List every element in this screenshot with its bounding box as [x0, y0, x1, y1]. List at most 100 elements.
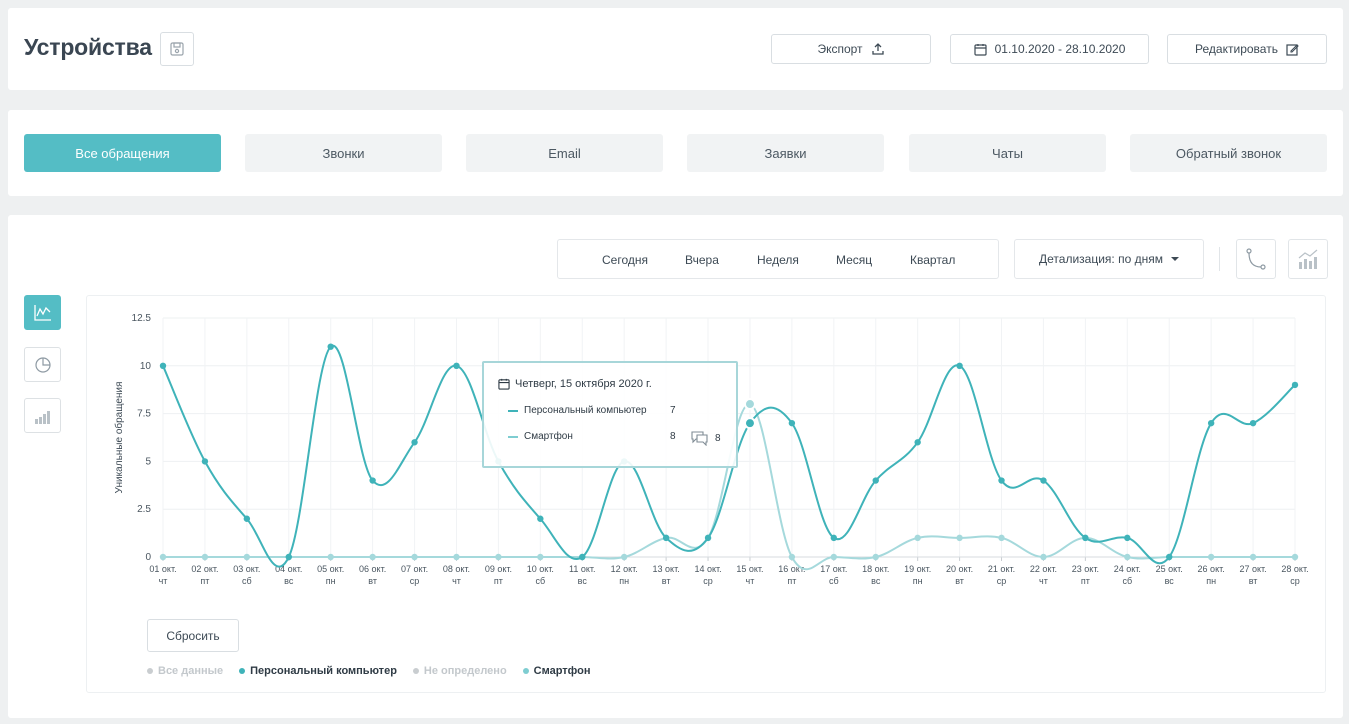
x-tick-weekday: пт: [494, 576, 503, 586]
data-point-pc: [662, 534, 670, 542]
legend-dot: [147, 668, 153, 674]
data-point-pc: [243, 515, 251, 522]
data-point-smartphone: [830, 553, 838, 561]
chart-card: Сегодня Вчера Неделя Месяц Квартал Детал…: [8, 215, 1343, 718]
data-point-smartphone: [243, 553, 251, 561]
x-tick-label: 08 окт.: [443, 564, 470, 574]
x-tick-label: 14 окт.: [694, 564, 721, 574]
tab-calls[interactable]: Звонки: [245, 134, 442, 172]
data-point-smartphone: [159, 553, 167, 561]
x-tick-weekday: пт: [1081, 576, 1090, 586]
x-tick-weekday: ср: [1290, 576, 1300, 586]
x-tick-label: 05 окт.: [317, 564, 344, 574]
tooltip-row-value: 7: [670, 405, 676, 416]
data-point-pc: [411, 439, 418, 446]
legend-dot: [522, 668, 529, 674]
data-point-pc: [1082, 534, 1089, 542]
x-tick-weekday: вт: [662, 576, 671, 586]
date-range-button[interactable]: 01.10.2020 - 28.10.2020: [950, 34, 1149, 64]
x-tick-weekday: пн: [913, 576, 923, 586]
x-tick-label: 03 окт.: [233, 564, 260, 574]
tooltip-row-smartphone: Смартфон: [508, 431, 573, 442]
x-tick-label: 26 окт.: [1198, 564, 1225, 574]
x-tick-label: 10 окт.: [527, 564, 554, 574]
data-point-pc: [998, 477, 1005, 484]
edit-icon: [1286, 43, 1299, 56]
x-tick-weekday: сб: [1122, 576, 1132, 586]
comments-icon[interactable]: [690, 430, 710, 446]
legend-item-smartphone[interactable]: Смартфон: [522, 665, 591, 677]
comments-count: 8: [715, 433, 721, 444]
tooltip-row-label: Смартфон: [524, 431, 573, 442]
export-button[interactable]: Экспорт: [771, 34, 931, 64]
y-tick-label: 12.5: [132, 313, 152, 324]
legend-item-pc[interactable]: Персональный компьютер: [239, 665, 397, 677]
legend-item-all[interactable]: Все данные: [147, 665, 223, 677]
x-tick-weekday: вс: [1165, 576, 1175, 586]
tab-requests[interactable]: Заявки: [687, 134, 884, 172]
data-point-pc: [201, 458, 209, 465]
tab-chats[interactable]: Чаты: [909, 134, 1106, 172]
data-point-smartphone: [743, 398, 756, 411]
data-point-smartphone: [369, 553, 376, 561]
edit-button[interactable]: Редактировать: [1167, 34, 1327, 64]
tooltip-row-label: Персональный компьютер: [524, 405, 647, 416]
data-point-smartphone: [1207, 553, 1215, 561]
x-tick-label: 22 окт.: [1030, 564, 1057, 574]
x-tick-weekday: пт: [200, 576, 209, 586]
data-point-smartphone: [956, 534, 963, 542]
x-tick-label: 24 окт.: [1114, 564, 1141, 574]
page-title: Устройства: [24, 34, 152, 60]
data-point-pc: [1040, 477, 1047, 484]
x-tick-weekday: ср: [410, 576, 420, 586]
data-point-smartphone: [411, 553, 418, 561]
x-tick-weekday: сб: [242, 576, 252, 586]
data-point-smartphone: [1291, 553, 1299, 561]
data-point-pc: [159, 362, 167, 369]
calendar-icon: [498, 378, 510, 390]
save-report-button[interactable]: [160, 32, 194, 66]
edit-label: Редактировать: [1195, 42, 1278, 56]
data-point-pc: [537, 515, 544, 522]
chart-tooltip: Четверг, 15 октября 2020 г. Персональный…: [482, 361, 738, 468]
data-point-smartphone: [327, 553, 334, 561]
x-tick-weekday: вс: [578, 576, 588, 586]
data-point-smartphone: [201, 553, 209, 561]
x-tick-label: 04 окт.: [275, 564, 302, 574]
legend-label: Не определено: [423, 665, 507, 677]
tab-email[interactable]: Email: [466, 134, 663, 172]
data-point-smartphone: [495, 553, 502, 561]
y-tick-label: 7.5: [137, 409, 151, 420]
x-tick-label: 19 окт.: [904, 564, 931, 574]
x-tick-weekday: вс: [871, 576, 881, 586]
x-tick-weekday: чт: [1039, 576, 1048, 586]
data-point-smartphone: [788, 553, 796, 561]
reset-button[interactable]: Сбросить: [147, 619, 239, 652]
data-point-pc: [453, 362, 460, 369]
tooltip-row-pc: Персональный компьютер: [508, 405, 647, 416]
tab-all-requests[interactable]: Все обращения: [24, 134, 221, 172]
data-point-pc: [285, 553, 292, 561]
x-tick-weekday: вт: [368, 576, 377, 586]
x-tick-label: 06 окт.: [359, 564, 386, 574]
x-tick-label: 23 окт.: [1072, 564, 1099, 574]
data-point-pc: [704, 534, 712, 542]
data-point-pc: [956, 362, 963, 369]
x-tick-label: 12 окт.: [611, 564, 638, 574]
data-point-smartphone: [537, 553, 544, 561]
x-tick-label: 09 окт.: [485, 564, 512, 574]
legend-item-undefined[interactable]: Не определено: [412, 665, 507, 677]
x-tick-weekday: вт: [1249, 576, 1258, 586]
legend-line: [508, 409, 518, 412]
data-point-smartphone: [1040, 553, 1047, 561]
data-point-pc: [1291, 381, 1299, 389]
legend-dot: [412, 668, 419, 674]
data-point-pc: [369, 477, 376, 484]
x-tick-label: 21 окт.: [988, 564, 1015, 574]
channel-tabs: Все обращения Звонки Email Заявки Чаты О…: [8, 110, 1343, 196]
tab-callback[interactable]: Обратный звонок: [1130, 134, 1327, 172]
tooltip-row-value: 8: [670, 431, 676, 442]
data-point-pc: [327, 343, 334, 350]
date-range-label: 01.10.2020 - 28.10.2020: [994, 42, 1126, 56]
x-tick-weekday: чт: [746, 576, 755, 586]
